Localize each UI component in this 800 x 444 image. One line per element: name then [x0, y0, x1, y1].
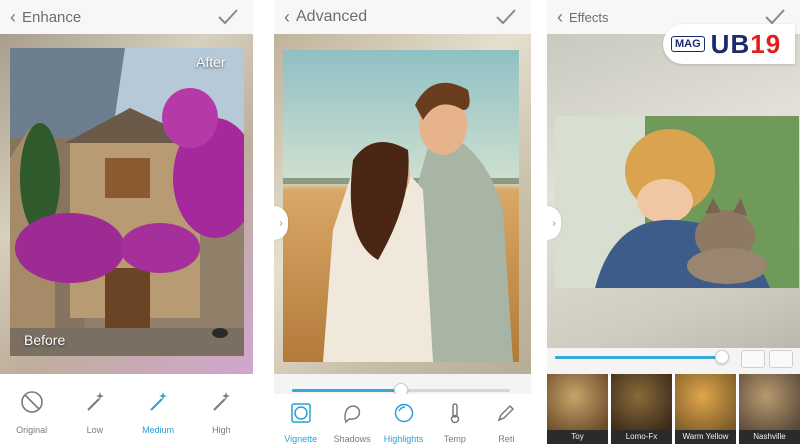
check-icon[interactable]: [217, 7, 239, 27]
effect-strength-slider[interactable]: [555, 350, 729, 365]
screen-title: Advanced: [296, 8, 368, 25]
advanced-screen: ‹ Advanced › Vignette Shadows Highlights…: [274, 0, 531, 444]
effect-preview-image: [547, 374, 608, 430]
back-button[interactable]: ‹ Effects: [547, 0, 609, 34]
slider-fill: [555, 356, 722, 359]
brand-name: UB19: [711, 29, 781, 60]
tool-label: Reti: [498, 434, 515, 444]
no-icon: [19, 389, 45, 420]
effects-strip: Toy Lomo-Fx Warm Yellow Nashville: [547, 374, 800, 444]
effect-preview-image: [675, 374, 736, 430]
screen-title: Effects: [569, 9, 609, 25]
effect-preview-image: [611, 374, 672, 430]
chevron-left-icon: ‹: [557, 7, 563, 27]
enhance-top-bar: ‹ Enhance: [0, 0, 253, 34]
tool-label: Temp: [443, 434, 466, 444]
chevron-right-icon: ›: [552, 217, 556, 229]
brand-left: UB: [710, 28, 751, 59]
house-photo: Before After: [10, 48, 244, 356]
highlights-icon: [393, 402, 415, 429]
effect-label: Nashville: [739, 430, 800, 444]
magic-wand-icon: [208, 389, 234, 420]
enhance-tool-original[interactable]: Original: [4, 389, 60, 435]
effect-thumbnail-warm-yellow[interactable]: Warm Yellow: [675, 374, 736, 444]
effect-thumbnail-toy[interactable]: Toy: [547, 374, 608, 444]
advanced-tool-shadows[interactable]: Shadows: [327, 402, 376, 444]
screenshot-collage: ‹ Enhance Before After Original Low Medi…: [0, 0, 800, 444]
tool-label: Highlights: [383, 434, 424, 444]
effect-thumbnail-nashville[interactable]: Nashville: [739, 374, 800, 444]
effect-preview-image: [739, 374, 800, 430]
magic-wand-icon: [145, 389, 171, 420]
before-label: Before: [24, 332, 66, 348]
back-button[interactable]: ‹ Advanced: [274, 0, 367, 34]
effect-thumbnail-lomo-fx[interactable]: Lomo-Fx: [611, 374, 672, 444]
advanced-toolbar: Vignette Shadows Highlights Temp Reti: [274, 394, 531, 444]
boy-cat-photo: [555, 116, 799, 288]
watermark-logo: MAG UB19: [663, 24, 795, 64]
enhance-tool-medium[interactable]: Medium: [130, 389, 186, 435]
shadows-icon: [341, 402, 363, 429]
chevron-left-icon: ‹: [10, 7, 16, 27]
effect-label: Toy: [547, 430, 608, 444]
advanced-tool-reti[interactable]: Reti: [482, 402, 531, 444]
effect-label: Lomo-Fx: [611, 430, 672, 444]
effects-screen: ‹ Effects › Toy Lomo-Fx Warm Yellow Nash…: [547, 0, 800, 444]
enhance-toolbar: Original Low Medium High: [0, 374, 253, 444]
magic-wand-icon: [82, 389, 108, 420]
brand-right: 19: [750, 28, 782, 59]
effect-label: Warm Yellow: [675, 430, 736, 444]
back-button[interactable]: ‹ Enhance: [0, 0, 81, 34]
tool-label: Low: [86, 425, 104, 435]
advanced-tool-temp[interactable]: Temp: [430, 402, 479, 444]
chevron-left-icon: ‹: [284, 7, 290, 27]
enhance-screen: ‹ Enhance Before After Original Low Medi…: [0, 0, 253, 444]
screen-title: Enhance: [22, 8, 82, 26]
advanced-tool-highlights[interactable]: Highlights: [379, 402, 428, 444]
frame-toggle-button[interactable]: [741, 350, 765, 368]
tool-label: Original: [16, 425, 48, 435]
tool-label: Shadows: [333, 434, 371, 444]
mag-badge: MAG: [671, 36, 705, 52]
crop-toggle-button[interactable]: [769, 350, 793, 368]
couple-photo: [283, 50, 519, 362]
enhance-tool-high[interactable]: High: [193, 389, 249, 435]
tool-label: Medium: [142, 425, 175, 435]
slider-knob[interactable]: [714, 350, 729, 364]
check-icon[interactable]: [495, 7, 517, 27]
advanced-tool-vignette[interactable]: Vignette: [276, 402, 325, 444]
vignette-icon: [290, 402, 312, 429]
pen-icon: [495, 402, 517, 429]
advanced-top-bar: ‹ Advanced: [274, 0, 531, 34]
after-label: After: [196, 54, 226, 70]
tool-label: Vignette: [284, 434, 318, 444]
tool-label: High: [212, 425, 231, 435]
chevron-right-icon: ›: [279, 217, 283, 229]
thermometer-icon: [444, 402, 466, 429]
slider-fill: [292, 389, 401, 392]
enhance-tool-low[interactable]: Low: [67, 389, 123, 435]
